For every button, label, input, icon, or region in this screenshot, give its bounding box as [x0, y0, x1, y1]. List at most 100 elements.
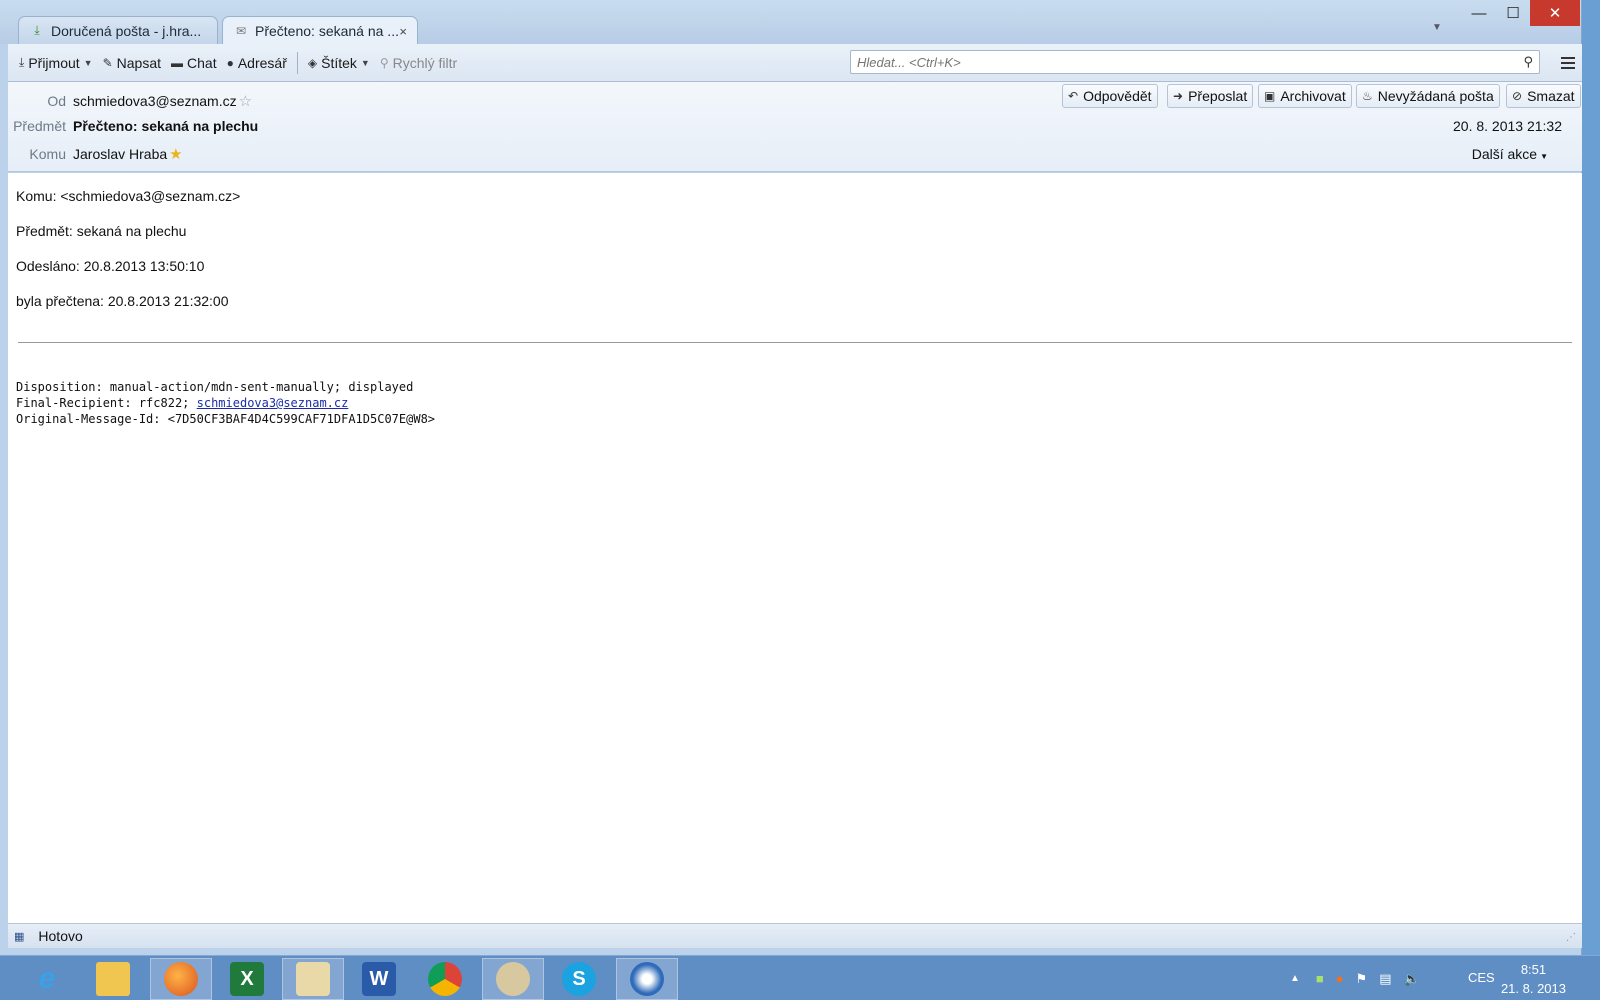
taskbar-word[interactable]: W	[348, 958, 410, 1000]
body-line-subject: Předmět: sekaná na plechu	[16, 223, 187, 239]
sync-icon[interactable]: ■	[1316, 971, 1324, 986]
hamburger-icon	[1561, 57, 1575, 59]
quickfilter-label: Rychlý filtr	[392, 54, 458, 71]
forward-button[interactable]: ➜ Přeposlat	[1167, 84, 1254, 108]
taskbar-ie[interactable]: e	[16, 958, 78, 1000]
main-toolbar: ⤓ Přijmout ▼ ✎ Napsat ▬ Chat ● Adresář ◈…	[8, 44, 1582, 82]
resize-grip-icon[interactable]: ⋰	[1566, 932, 1576, 943]
reply-arrow-icon: ↶	[1068, 89, 1079, 103]
internet-explorer-icon: e	[38, 962, 56, 995]
message-header: Od schmiedova3@seznam.cz ☆ Předmět Přečt…	[8, 82, 1582, 172]
search-box[interactable]: ⚲	[850, 50, 1540, 74]
close-window-button[interactable]: ✕	[1530, 0, 1580, 26]
message-date: 20. 8. 2013 21:32	[1453, 118, 1562, 134]
paint-palette-icon	[496, 962, 530, 996]
chevron-down-icon[interactable]: ▼	[84, 58, 93, 68]
download-icon: ⤓	[19, 55, 25, 69]
inbox-download-icon: ⤓	[34, 23, 40, 37]
taskbar-viewer[interactable]	[282, 958, 344, 1000]
mdn-final-recipient: Final-Recipient: rfc822; schmiedova3@sez…	[16, 395, 1574, 411]
receive-button[interactable]: ⤓ Přijmout ▼	[14, 50, 98, 76]
chevron-down-icon: ▼	[360, 57, 370, 68]
delete-label: Smazat	[1527, 88, 1575, 104]
subject-row: Předmět Přečteno: sekaná na plechu	[8, 118, 258, 134]
chat-button[interactable]: ▬ Chat	[166, 50, 222, 76]
from-label: Od	[47, 93, 66, 109]
volume-icon[interactable]: 🔈	[1404, 971, 1420, 987]
person-icon: ●	[226, 55, 234, 70]
final-recipient-link[interactable]: schmiedova3@seznam.cz	[197, 396, 349, 410]
receive-label: Přijmout	[28, 54, 80, 71]
minimize-button[interactable]: —	[1462, 0, 1496, 26]
envelope-icon: ✉	[235, 24, 247, 38]
chat-label: Chat	[187, 54, 217, 71]
thunderbird-window: ⤓ Doručená pošta - j.hra... ✉ Přečteno: …	[0, 0, 1582, 955]
status-bar: ▦ Hotovo ⋰	[8, 923, 1582, 948]
chat-bubble-icon: ▬	[171, 55, 184, 70]
taskbar-thunderbird[interactable]	[616, 958, 678, 1000]
clock-date: 21. 8. 2013	[1500, 981, 1566, 996]
taskbar-paint[interactable]	[482, 958, 544, 1000]
taskbar-explorer[interactable]	[82, 958, 144, 1000]
compose-button[interactable]: ✎ Napsat	[98, 50, 166, 76]
toolbar-separator	[296, 51, 298, 74]
forward-label: Přeposlat	[1188, 88, 1248, 104]
no-entry-icon: ⊘	[1512, 89, 1523, 103]
show-hidden-icons-icon[interactable]: ▲	[1290, 973, 1300, 984]
skype-icon: S	[562, 962, 596, 996]
tab-inbox[interactable]: ⤓ Doručená pošta - j.hra...	[18, 16, 218, 44]
system-clock[interactable]: 8:51 21. 8. 2013	[1501, 960, 1566, 998]
search-input[interactable]	[857, 54, 1524, 70]
chrome-icon	[428, 962, 462, 996]
subject-value: Přečteno: sekaná na plechu	[73, 118, 259, 134]
pencil-icon: ✎	[102, 55, 113, 70]
junk-button[interactable]: ♨ Nevyžádaná pošta	[1356, 84, 1500, 108]
flame-icon: ♨	[1362, 89, 1373, 103]
search-icon[interactable]: ⚲	[1523, 54, 1533, 70]
from-address[interactable]: schmiedova3@seznam.cz	[73, 93, 237, 109]
tag-icon: ◈	[307, 55, 318, 70]
delete-button[interactable]: ⊘ Smazat	[1506, 84, 1581, 108]
input-language[interactable]: CES	[1468, 970, 1495, 985]
mdn-disposition: Disposition: manual-action/mdn-sent-manu…	[16, 380, 414, 394]
star-empty-icon[interactable]: ☆	[239, 92, 252, 110]
tab-label: Doručená pošta - j.hra...	[51, 22, 202, 39]
tab-close-icon[interactable]: ×	[399, 24, 407, 39]
excel-icon: X	[230, 962, 264, 996]
forward-arrow-icon: ➜	[1173, 89, 1184, 103]
network-status-icon[interactable]: ▦	[14, 930, 24, 943]
magnifier-icon: ⚲	[379, 55, 389, 70]
action-center-flag-icon[interactable]: ⚑	[1356, 971, 1368, 987]
title-bar: ⤓ Doručená pošta - j.hra... ✉ Přečteno: …	[0, 0, 1581, 45]
addressbook-label: Adresář	[237, 54, 287, 71]
network-icon[interactable]: ▤	[1379, 971, 1391, 987]
word-icon: W	[362, 962, 396, 996]
to-row: Komu Jaroslav Hraba ★	[8, 145, 182, 163]
tabs-list-chevron-icon[interactable]: ▼	[1432, 22, 1442, 33]
reply-label: Odpovědět	[1083, 88, 1152, 104]
status-text: Hotovo	[38, 928, 83, 944]
reply-button[interactable]: ↶ Odpovědět	[1062, 84, 1158, 108]
antivirus-icon[interactable]: ●	[1336, 971, 1344, 986]
tab-message[interactable]: ✉ Přečteno: sekaná na ... ×	[222, 16, 418, 45]
app-menu-button[interactable]	[1558, 53, 1578, 73]
taskbar-firefox[interactable]	[150, 958, 212, 1000]
addressbook-button[interactable]: ● Adresář	[222, 50, 292, 76]
taskbar-chrome[interactable]	[414, 958, 476, 1000]
more-actions-button[interactable]: Další akce ▼	[1472, 146, 1548, 162]
more-actions-label: Další akce	[1471, 146, 1538, 162]
star-filled-icon[interactable]: ★	[169, 145, 182, 163]
taskbar-excel[interactable]: X	[216, 958, 278, 1000]
system-tray: ▲ ■ ● ⚑ ▤ 🔈	[1290, 956, 1420, 1000]
firefox-icon	[164, 962, 198, 996]
from-row: Od schmiedova3@seznam.cz ☆	[8, 92, 252, 110]
tag-button[interactable]: ◈ Štítek ▼	[303, 50, 375, 76]
body-line-sent: Odesláno: 20.8.2013 13:50:10	[16, 258, 205, 274]
to-label: Komu	[29, 146, 66, 162]
tab-label: Přečteno: sekaná na ...	[255, 23, 399, 39]
maximize-button[interactable]: ☐	[1496, 0, 1530, 26]
to-recipient[interactable]: Jaroslav Hraba	[73, 146, 167, 162]
quickfilter-button[interactable]: ⚲ Rychlý filtr	[375, 50, 462, 76]
archive-button[interactable]: ▣ Archivovat	[1258, 84, 1352, 108]
taskbar-skype[interactable]: S	[548, 958, 610, 1000]
